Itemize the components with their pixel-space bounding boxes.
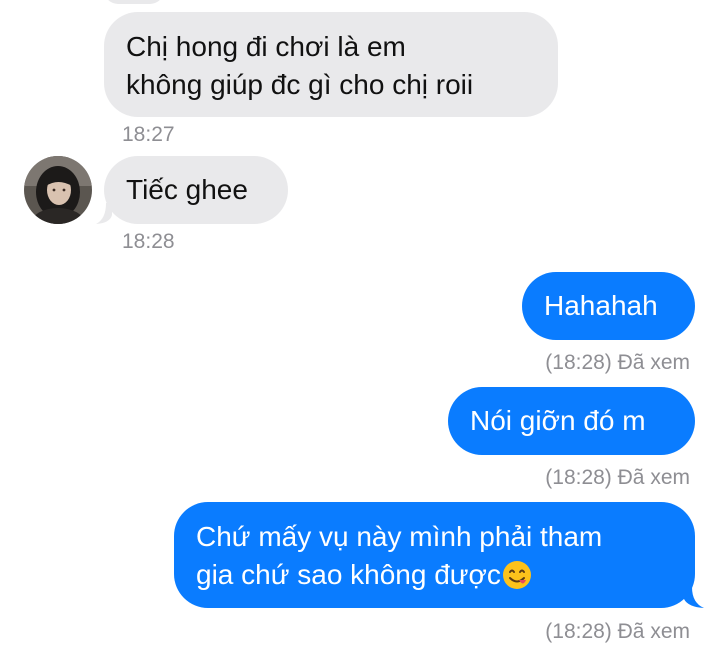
- message-line: Chứ mấy vụ này mình phải tham: [196, 521, 603, 552]
- message-timestamp: 18:27: [122, 123, 175, 146]
- message-timestamp: 18:28: [122, 230, 175, 253]
- message-line: Tiếc ghee: [126, 174, 248, 205]
- incoming-message-bubble[interactable]: Tiếc ghee: [104, 156, 288, 224]
- incoming-message-bubble[interactable]: Chị hong đi chơi là em không giúp đc gì …: [104, 12, 558, 117]
- avatar-photo-icon: [24, 156, 92, 224]
- message-line: Hahahah: [544, 290, 658, 321]
- outgoing-bubble-tail-icon: [684, 587, 704, 608]
- seen-receipt: (18:28) Đã xem: [545, 351, 690, 374]
- outgoing-message-bubble[interactable]: Chứ mấy vụ này mình phải tham gia chứ sa…: [174, 502, 695, 608]
- message-line: không giúp đc gì cho chị roii: [126, 69, 474, 100]
- contact-avatar[interactable]: [24, 156, 92, 224]
- message-line: Nói giỡn đó m: [470, 405, 646, 436]
- message-text: gia chứ sao không được: [196, 559, 501, 590]
- outgoing-message-bubble[interactable]: Nói giỡn đó m: [448, 387, 695, 455]
- outgoing-message-bubble[interactable]: Hahahah: [522, 272, 695, 340]
- message-line: Chị hong đi chơi là em: [126, 31, 406, 62]
- yum-face-emoji-icon: [502, 560, 532, 600]
- seen-receipt: (18:28) Đã xem: [545, 466, 690, 489]
- incoming-bubble-tail-icon: [96, 203, 112, 224]
- chat-thread: Chị hong đi chơi là em không giúp đc gì …: [0, 0, 720, 658]
- message-line-with-emoji: gia chứ sao không được: [196, 556, 673, 600]
- seen-receipt: (18:28) Đã xem: [545, 620, 690, 643]
- previous-message-bubble[interactable]: [104, 0, 164, 4]
